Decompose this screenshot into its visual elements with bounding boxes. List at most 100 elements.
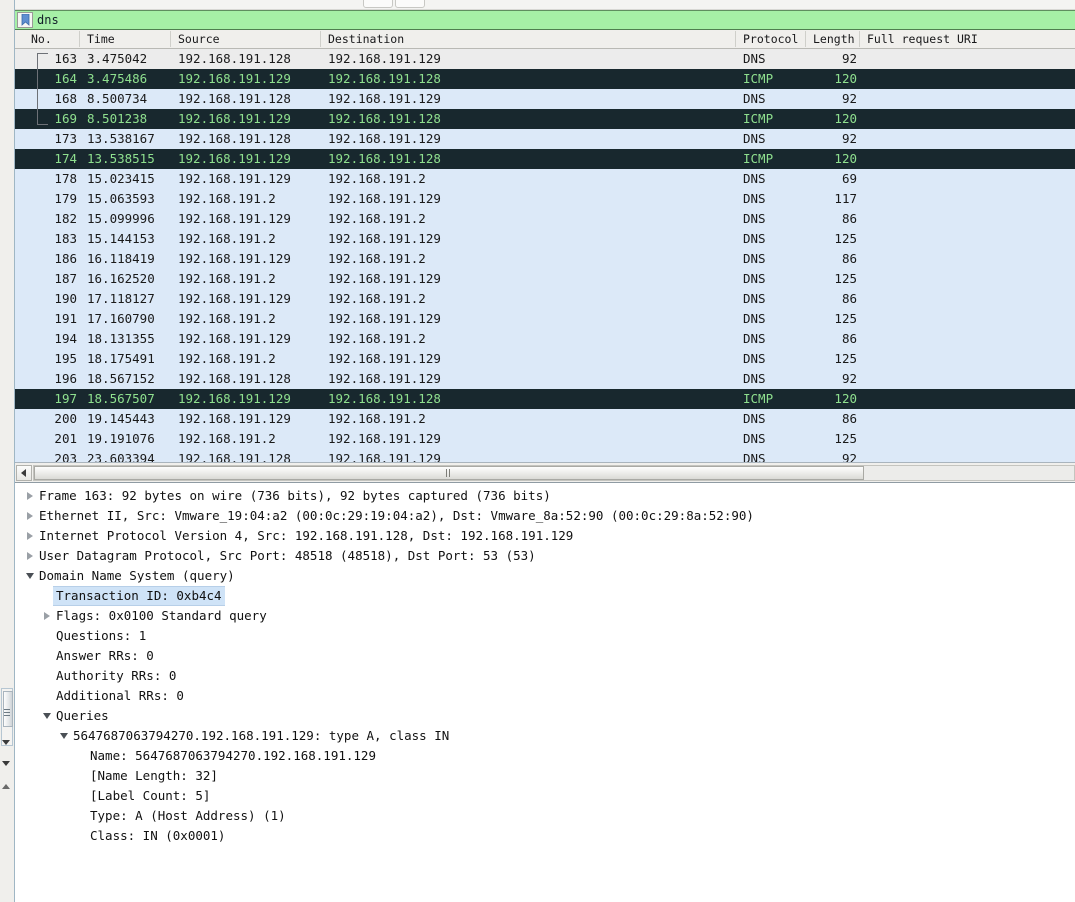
chevron-right-icon[interactable]	[23, 552, 37, 560]
packet-row[interactable]: 178 15.023415 192.168.191.129 192.168.191.2…	[15, 169, 1075, 189]
cell-dst: 192.168.191.129	[328, 91, 441, 106]
detail-tree-label: Queries	[56, 708, 109, 723]
cell-time: 3.475042	[87, 51, 148, 66]
column-header-len[interactable]: Length	[813, 32, 855, 46]
cell-time: 8.500734	[87, 91, 148, 106]
column-divider[interactable]	[170, 31, 171, 47]
cell-len: 92	[841, 51, 857, 66]
column-divider[interactable]	[79, 31, 80, 47]
cell-src: 192.168.191.129	[178, 71, 291, 86]
cell-dst: 192.168.191.129	[328, 431, 441, 446]
detail-tree-label: Transaction ID: 0xb4c4	[53, 586, 225, 606]
cell-len: 120	[834, 391, 857, 406]
packet-list-header[interactable]: No. Time Source Destination Protocol Length Fu…	[15, 30, 1075, 49]
cell-time: 18.131355	[87, 331, 155, 346]
chevron-down-icon[interactable]	[57, 733, 71, 739]
column-header-uri[interactable]: Full request URI	[867, 32, 978, 46]
display-filter-input[interactable]: dns	[37, 13, 59, 27]
detail-vertical-scrollbar[interactable]	[1, 688, 13, 746]
hscroll-track[interactable]	[33, 464, 1075, 481]
packet-row[interactable]: 195 18.175491 192.168.191.2 192.168.191.129…	[15, 349, 1075, 369]
pane-scroll-down-arrow[interactable]	[2, 761, 10, 766]
column-header-time[interactable]: Time	[87, 32, 115, 46]
packet-row[interactable]: 168 8.500734 192.168.191.128 192.168.191.12…	[15, 89, 1075, 109]
chevron-down-icon[interactable]	[40, 713, 54, 719]
detail-tree-item[interactable]: Type: A (Host Address) (1)	[15, 806, 1075, 826]
detail-tree-item[interactable]: Frame 163: 92 bytes on wire (736 bits), …	[15, 486, 1075, 506]
packet-row[interactable]: 196 18.567152 192.168.191.128 192.168.191.1…	[15, 369, 1075, 389]
packet-row[interactable]: 173 13.538167 192.168.191.128 192.168.191.1…	[15, 129, 1075, 149]
detail-tree-item[interactable]: [Label Count: 5]	[15, 786, 1075, 806]
detail-tree-label: Flags: 0x0100 Standard query	[56, 608, 267, 623]
detail-tree-item[interactable]: Authority RRs: 0	[15, 666, 1075, 686]
packet-row[interactable]: 169 8.501238 192.168.191.129 192.168.191.12…	[15, 109, 1075, 129]
detail-tree-item[interactable]: Transaction ID: 0xb4c4	[15, 586, 1075, 606]
detail-tree-label: Frame 163: 92 bytes on wire (736 bits), …	[39, 488, 551, 503]
packet-row[interactable]: 187 16.162520 192.168.191.2 192.168.191.129…	[15, 269, 1075, 289]
detail-tree-item[interactable]: Additional RRs: 0	[15, 686, 1075, 706]
detail-tree-item[interactable]: Internet Protocol Version 4, Src: 192.16…	[15, 526, 1075, 546]
detail-tree-item[interactable]: Ethernet II, Src: Vmware_19:04:a2 (00:0c…	[15, 506, 1075, 526]
cell-src: 192.168.191.2	[178, 311, 276, 326]
cell-time: 13.538167	[87, 131, 155, 146]
hscroll-left-arrow[interactable]	[16, 464, 32, 481]
cell-src: 192.168.191.129	[178, 171, 291, 186]
chevron-right-icon[interactable]	[23, 512, 37, 520]
cell-proto: DNS	[743, 231, 766, 246]
packet-row[interactable]: 203 23.603394 192.168.191.128 192.168.191.1…	[15, 449, 1075, 462]
column-header-dst[interactable]: Destination	[328, 32, 404, 46]
display-filter-bar[interactable]: dns	[15, 10, 1075, 30]
packet-list-pane[interactable]: No. Time Source Destination Protocol Length Fu…	[15, 30, 1075, 483]
packet-list-horizontal-scrollbar[interactable]	[15, 462, 1075, 482]
toolbar-button-ghost-1[interactable]	[363, 0, 393, 8]
packet-row[interactable]: 174 13.538515 192.168.191.129 192.168.191.1…	[15, 149, 1075, 169]
cell-time: 13.538515	[87, 151, 155, 166]
chevron-right-icon[interactable]	[40, 612, 54, 620]
packet-row[interactable]: 201 19.191076 192.168.191.2 192.168.191.129…	[15, 429, 1075, 449]
detail-tree-item[interactable]: Domain Name System (query)	[15, 566, 1075, 586]
cell-time: 15.099996	[87, 211, 155, 226]
packet-row[interactable]: 163 3.475042 192.168.191.128 192.168.191.12…	[15, 49, 1075, 69]
column-divider[interactable]	[859, 31, 860, 47]
column-header-no[interactable]: No.	[31, 32, 52, 46]
column-header-proto[interactable]: Protocol	[743, 32, 798, 46]
column-header-src[interactable]: Source	[178, 32, 220, 46]
packet-list-rows[interactable]: 163 3.475042 192.168.191.128 192.168.191.12…	[15, 49, 1075, 462]
cell-dst: 192.168.191.129	[328, 451, 441, 462]
bookmark-icon[interactable]	[17, 12, 33, 28]
chevron-right-icon[interactable]	[23, 492, 37, 500]
detail-tree-item[interactable]: Answer RRs: 0	[15, 646, 1075, 666]
detail-tree-item[interactable]: User Datagram Protocol, Src Port: 48518 …	[15, 546, 1075, 566]
packet-row[interactable]: 179 15.063593 192.168.191.2 192.168.191.129…	[15, 189, 1075, 209]
packet-row[interactable]: 186 16.118419 192.168.191.129 192.168.191.2…	[15, 249, 1075, 269]
packet-row[interactable]: 164 3.475486 192.168.191.129 192.168.191.12…	[15, 69, 1075, 89]
column-divider[interactable]	[320, 31, 321, 47]
detail-tree-label: User Datagram Protocol, Src Port: 48518 …	[39, 548, 536, 563]
pane-scroll-up-arrow[interactable]	[2, 784, 10, 789]
packet-row[interactable]: 200 19.145443 192.168.191.129 192.168.191.2…	[15, 409, 1075, 429]
detail-tree-item[interactable]: Flags: 0x0100 Standard query	[15, 606, 1075, 626]
cell-dst: 192.168.191.129	[328, 311, 441, 326]
detail-tree-item[interactable]: Queries	[15, 706, 1075, 726]
chevron-right-icon[interactable]	[23, 532, 37, 540]
packet-row[interactable]: 194 18.131355 192.168.191.129 192.168.191.2…	[15, 329, 1075, 349]
cell-src: 192.168.191.128	[178, 451, 291, 462]
packet-row[interactable]: 182 15.099996 192.168.191.129 192.168.191.2…	[15, 209, 1075, 229]
column-divider[interactable]	[805, 31, 806, 47]
packet-row[interactable]: 197 18.567507 192.168.191.129 192.168.191.1…	[15, 389, 1075, 409]
detail-tree-item[interactable]: 5647687063794270.192.168.191.129: type A…	[15, 726, 1075, 746]
packet-row[interactable]: 190 17.118127 192.168.191.129 192.168.191.2…	[15, 289, 1075, 309]
cell-src: 192.168.191.128	[178, 91, 291, 106]
detail-tree-item[interactable]: Class: IN (0x0001)	[15, 826, 1075, 846]
detail-tree-item[interactable]: Questions: 1	[15, 626, 1075, 646]
packet-row[interactable]: 191 17.160790 192.168.191.2 192.168.191.129…	[15, 309, 1075, 329]
hscroll-thumb[interactable]	[34, 465, 864, 480]
detail-scroll-down-arrow[interactable]	[2, 740, 10, 745]
chevron-down-icon[interactable]	[23, 573, 37, 579]
detail-tree-item[interactable]: [Name Length: 32]	[15, 766, 1075, 786]
packet-row[interactable]: 183 15.144153 192.168.191.2 192.168.191.129…	[15, 229, 1075, 249]
packet-detail-pane[interactable]: Frame 163: 92 bytes on wire (736 bits), …	[15, 483, 1075, 902]
column-divider[interactable]	[735, 31, 736, 47]
detail-tree-item[interactable]: Name: 5647687063794270.192.168.191.129	[15, 746, 1075, 766]
toolbar-button-ghost-2[interactable]	[395, 0, 425, 8]
